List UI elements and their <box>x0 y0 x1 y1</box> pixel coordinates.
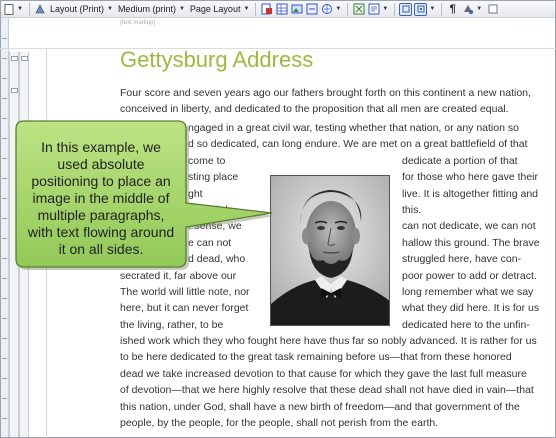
text-left: The world will little note, nor <box>120 285 250 298</box>
text-line: this nation, under God, shall have a new… <box>120 400 520 413</box>
link-icon[interactable] <box>305 3 318 16</box>
variable-icon[interactable] <box>367 3 380 16</box>
chevron-down-icon[interactable]: ▼ <box>476 6 482 12</box>
text-line: to be here dedicated to the great task r… <box>120 351 512 364</box>
text-line: ished work which they who fought here ha… <box>120 335 537 348</box>
chevron-down-icon[interactable]: ▼ <box>179 6 185 12</box>
text-right: hallow this ground. The brave <box>402 236 540 249</box>
text-line: Four score and seven years ago our fathe… <box>120 87 531 99</box>
callout-text: In this example, we used absolute positi… <box>27 138 175 257</box>
text-right: live. It is altogether fitting and <box>402 187 538 200</box>
chevron-down-icon[interactable]: ▼ <box>17 6 23 12</box>
text-line: people, by the people, for the people, s… <box>120 417 439 430</box>
chevron-down-icon[interactable]: ▼ <box>382 6 388 12</box>
text-right: this. <box>402 203 422 216</box>
paragraph-marks-icon[interactable]: ¶ <box>446 3 459 16</box>
text-markup-tag: {text markup} <box>120 20 156 26</box>
layout-icon[interactable] <box>34 3 47 16</box>
text-right: long remember what we say <box>402 285 534 298</box>
toolbar: ▼ Layout (Print) ▼ Medium (print) ▼ Page… <box>1 1 555 18</box>
table-icon[interactable] <box>275 3 288 16</box>
layout-dropdown[interactable]: Layout (Print) <box>50 4 104 14</box>
chevron-down-icon[interactable]: ▼ <box>335 6 341 12</box>
text-right: poor power to add or detract. <box>402 269 537 282</box>
text-right: what they did here. It is for us <box>402 302 540 315</box>
frame-icon[interactable] <box>414 2 428 16</box>
text-line: conceived in liberty, and dedicated to t… <box>120 103 509 116</box>
separator <box>394 2 396 16</box>
text-right: dedicated here to the unfin- <box>402 318 530 331</box>
text-line: dead we take increased devotion to that … <box>120 367 527 380</box>
style-icon[interactable] <box>461 3 474 16</box>
document-icon[interactable] <box>2 3 15 16</box>
separator <box>28 2 30 16</box>
chevron-down-icon[interactable]: ▼ <box>243 6 249 12</box>
callout-note: In this example, we used absolute positi… <box>10 117 275 270</box>
text-box-icon[interactable] <box>399 2 413 16</box>
medium-dropdown[interactable]: Medium (print) <box>118 4 176 14</box>
lincoln-portrait-image[interactable] <box>270 175 390 326</box>
text-right: struggled here, have con- <box>402 253 522 266</box>
image-icon[interactable] <box>290 3 303 16</box>
vertical-ruler <box>1 18 9 437</box>
text-left: the living, rather, to be <box>120 318 224 331</box>
document-title[interactable]: Gettysburg Address <box>120 47 313 73</box>
separator <box>347 2 349 16</box>
paragraph-1[interactable]: Four score and seven years ago our fathe… <box>120 85 554 118</box>
separator <box>255 2 257 16</box>
page-layout-dropdown[interactable]: Page Layout <box>190 4 241 14</box>
text-line: of devotion—that we here highly resolve … <box>120 384 534 397</box>
options-icon[interactable] <box>486 3 499 16</box>
insert-page-icon[interactable] <box>260 3 273 16</box>
chevron-down-icon[interactable]: ▼ <box>429 6 435 12</box>
separator <box>441 2 443 16</box>
text-left: here, but it can never forget <box>120 302 249 315</box>
text-right: for those who here gave their <box>402 171 538 184</box>
text-right: dedicate a portion of that <box>402 154 518 167</box>
chevron-down-icon[interactable]: ▼ <box>107 6 113 12</box>
text-right: can not dedicate, we can not <box>402 220 536 233</box>
spreadsheet-icon[interactable] <box>352 3 365 16</box>
hyperlink-icon[interactable] <box>320 3 333 16</box>
